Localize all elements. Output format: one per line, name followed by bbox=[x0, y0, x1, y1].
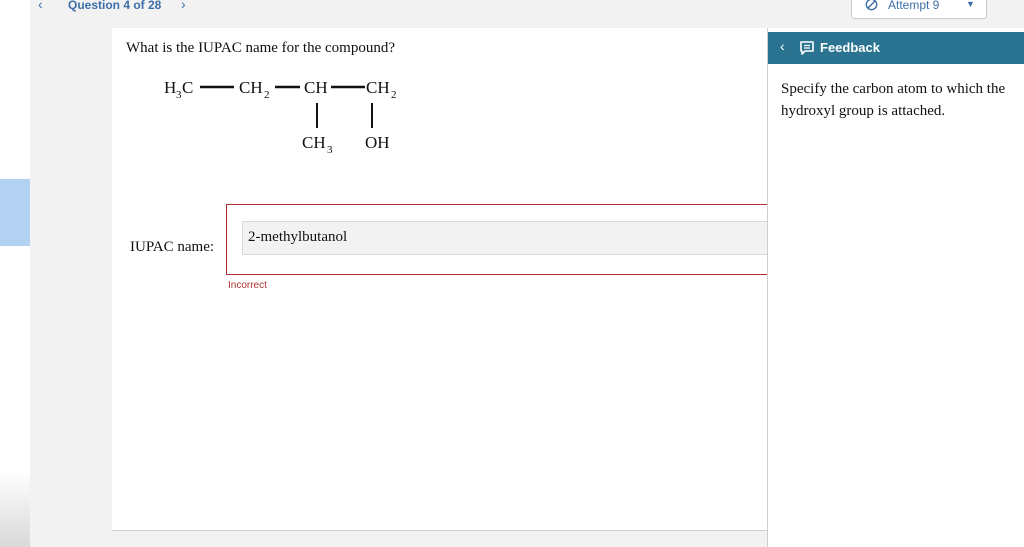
atom-ch3: CH bbox=[302, 133, 326, 152]
atom-ch-end: CH bbox=[366, 78, 390, 97]
caret-down-icon: ▼ bbox=[966, 0, 975, 9]
collapse-feedback-icon[interactable]: ‹ bbox=[780, 38, 785, 54]
atom-ch: CH bbox=[239, 78, 263, 97]
question-counter[interactable]: Question 4 of 28 bbox=[68, 0, 161, 12]
feedback-header[interactable]: ‹ Feedback bbox=[768, 32, 1024, 64]
feedback-panel: ‹ Feedback Specify the carbon atom to wh… bbox=[767, 28, 1024, 547]
answer-frame: 2-methylbutanol bbox=[226, 204, 768, 275]
iupac-name-input[interactable]: 2-methylbutanol bbox=[242, 221, 768, 255]
sidebar-active-marker[interactable] bbox=[0, 179, 30, 246]
feedback-title: Feedback bbox=[820, 40, 880, 55]
sidebar-fade bbox=[0, 470, 30, 547]
left-sidebar bbox=[0, 0, 30, 547]
chemical-structure: H 3 C CH 2 CH CH 2 CH 3 OH bbox=[164, 78, 397, 156]
answer-status: Incorrect bbox=[228, 280, 267, 291]
subscript-2-end: 2 bbox=[391, 89, 397, 101]
subscript-2: 2 bbox=[264, 89, 270, 101]
next-question-icon[interactable]: › bbox=[181, 0, 186, 12]
no-entry-icon bbox=[865, 0, 878, 11]
subscript-3-branch: 3 bbox=[327, 144, 333, 156]
previous-question-icon[interactable]: ‹ bbox=[38, 0, 43, 12]
atom-ch-branch: CH bbox=[304, 78, 328, 97]
atom-c: C bbox=[182, 78, 193, 97]
atom-oh: OH bbox=[365, 133, 390, 152]
feedback-text: Specify the carbon atom to which the hyd… bbox=[781, 81, 1006, 119]
iupac-name-label: IUPAC name: bbox=[130, 239, 215, 255]
attempt-dropdown[interactable]: Attempt 9 ▼ bbox=[851, 0, 987, 19]
atom-h: H bbox=[164, 78, 176, 97]
attempt-label: Attempt 9 bbox=[888, 0, 940, 12]
feedback-icon bbox=[800, 41, 814, 55]
question-panel: What is the IUPAC name for the compound?… bbox=[112, 28, 768, 531]
